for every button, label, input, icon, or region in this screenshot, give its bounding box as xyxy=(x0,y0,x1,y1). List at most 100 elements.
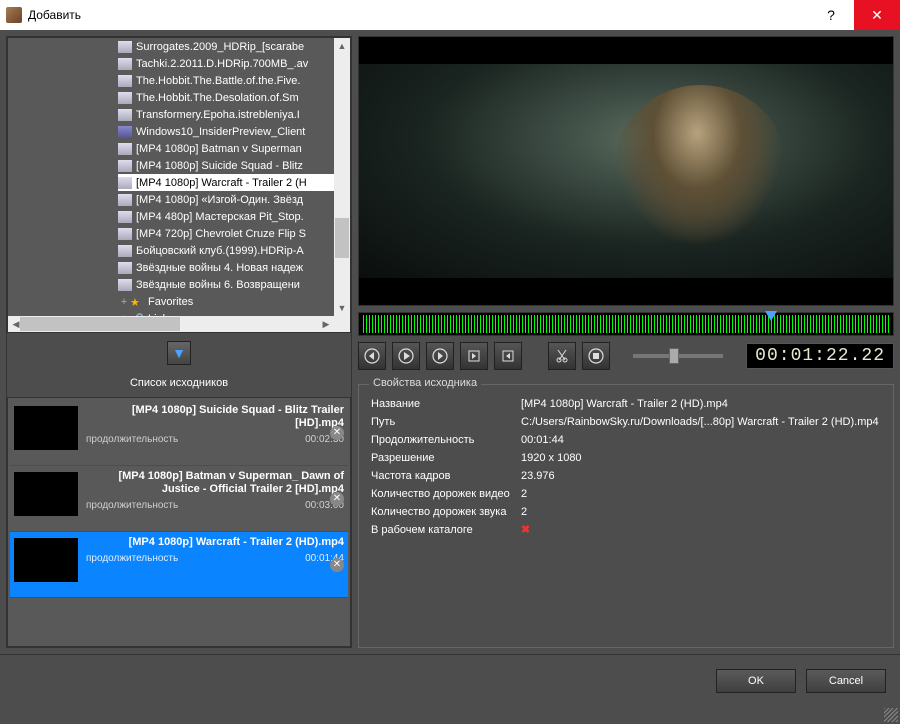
file-icon xyxy=(118,92,132,104)
tree-item[interactable]: [MP4 1080p] Batman v Superman xyxy=(118,140,334,157)
scroll-up-icon[interactable]: ▲ xyxy=(334,38,350,54)
help-button[interactable]: ? xyxy=(808,0,854,30)
mark-out-button[interactable] xyxy=(494,342,522,370)
tree-item-label: [MP4 720p] Chevrolet Cruze Flip S xyxy=(136,228,306,240)
file-icon xyxy=(118,228,132,240)
cut-button[interactable] xyxy=(548,342,576,370)
tree-item[interactable]: Звёздные войны 6. Возвращени xyxy=(118,276,334,293)
tree-item-label: Windows10_InsiderPreview_Client xyxy=(136,126,305,138)
tree-item-label: Звёздные войны 6. Возвращени xyxy=(136,279,300,291)
playhead-icon[interactable] xyxy=(765,311,777,337)
props-legend: Свойства исходника xyxy=(369,377,481,389)
expand-icon[interactable]: + xyxy=(118,296,130,308)
add-to-sources-button[interactable]: ▼ xyxy=(167,341,191,365)
tree-item-label: [MP4 480p] Мастерская Pit_Stop. xyxy=(136,211,304,223)
iso-icon xyxy=(118,126,132,138)
remove-source-button[interactable]: ✕ xyxy=(330,492,344,506)
tree-item[interactable]: Windows10_InsiderPreview_Client xyxy=(118,123,334,140)
preview-frame xyxy=(359,64,893,278)
cancel-button[interactable]: Cancel xyxy=(806,669,886,693)
tree-item[interactable]: Surrogates.2009_HDRip_[scarabe xyxy=(118,38,334,55)
tree-item[interactable]: [MP4 1080p] Suicide Squad - Blitz xyxy=(118,157,334,174)
property-value: 2 xyxy=(521,503,881,521)
property-row: Продолжительность00:01:44 xyxy=(371,431,881,449)
source-thumbnail xyxy=(14,406,78,450)
tree-item[interactable]: Transformery.Epoha.istrebleniya.I xyxy=(118,106,334,123)
property-key: Количество дорожек видео xyxy=(371,485,521,503)
source-item[interactable]: [MP4 1080p] Suicide Squad - Blitz Traile… xyxy=(10,400,348,466)
file-icon xyxy=(118,262,132,274)
window-title: Добавить xyxy=(28,8,808,22)
remove-source-button[interactable]: ✕ xyxy=(330,558,344,572)
source-item[interactable]: [MP4 1080p] Batman v Superman_ Dawn of J… xyxy=(10,466,348,532)
tree-item-label: [MP4 1080p] «Изгой-Один. Звёзд xyxy=(136,194,303,206)
scroll-down-icon[interactable]: ▼ xyxy=(334,300,350,316)
tree-item-label: Звёздные войны 4. Новая надеж xyxy=(136,262,303,274)
forward-button[interactable] xyxy=(426,342,454,370)
duration-label: продолжительность xyxy=(86,553,178,564)
tree-item-label: Transformery.Epoha.istrebleniya.I xyxy=(136,109,300,121)
property-key: Количество дорожек звука xyxy=(371,503,521,521)
tree-hscroll[interactable]: ◀ ▶ xyxy=(8,316,334,332)
rewind-button[interactable] xyxy=(358,342,386,370)
source-thumbnail xyxy=(14,472,78,516)
property-row: Частота кадров23.976 xyxy=(371,467,881,485)
property-row: Название[MP4 1080p] Warcraft - Trailer 2… xyxy=(371,395,881,413)
stop-button[interactable] xyxy=(582,342,610,370)
tree-item[interactable]: Tachki.2.2011.D.HDRip.700MB_.av xyxy=(118,55,334,72)
file-icon xyxy=(118,194,132,206)
slider-knob[interactable] xyxy=(669,348,679,364)
file-icon xyxy=(118,160,132,172)
tree-item-label: [MP4 1080p] Batman v Superman xyxy=(136,143,302,155)
property-value: C:/Users/RainbowSky.ru/Downloads/[...80p… xyxy=(521,413,881,431)
property-row: ПутьC:/Users/RainbowSky.ru/Downloads/[..… xyxy=(371,413,881,431)
tree-item[interactable]: The.Hobbit.The.Desolation.of.Sm xyxy=(118,89,334,106)
resize-grip[interactable] xyxy=(884,708,898,722)
property-row: Количество дорожек видео2 xyxy=(371,485,881,503)
tree-item-label: Бойцовский клуб.(1999).HDRip-A xyxy=(136,245,304,257)
property-value: 1920 x 1080 xyxy=(521,449,881,467)
source-name: [MP4 1080p] Batman v Superman_ Dawn of J… xyxy=(86,470,344,496)
tree-item[interactable]: Бойцовский клуб.(1999).HDRip-A xyxy=(118,242,334,259)
tree-item-label: The.Hobbit.The.Desolation.of.Sm xyxy=(136,92,299,104)
source-item[interactable]: [MP4 1080p] Warcraft - Trailer 2 (HD).mp… xyxy=(10,532,348,598)
tree-item-label: Tachki.2.2011.D.HDRip.700MB_.av xyxy=(136,58,308,70)
vscroll-thumb[interactable] xyxy=(335,218,349,258)
source-name: [MP4 1080p] Suicide Squad - Blitz Traile… xyxy=(86,404,344,430)
mark-in-button[interactable] xyxy=(460,342,488,370)
tree-item[interactable]: +★Favorites xyxy=(118,293,334,310)
file-tree[interactable]: Surrogates.2009_HDRip_[scarabe Tachki.2.2… xyxy=(7,37,351,333)
scroll-right-icon[interactable]: ▶ xyxy=(318,316,334,332)
property-key: В рабочем каталоге xyxy=(371,521,521,539)
tree-item[interactable]: Звёздные войны 4. Новая надеж xyxy=(118,259,334,276)
timecode-display: 00:01:22.22 xyxy=(746,343,894,369)
file-icon xyxy=(118,75,132,87)
source-list-title: Список исходников xyxy=(7,373,351,397)
property-row: В рабочем каталоге✖ xyxy=(371,521,881,539)
play-button[interactable] xyxy=(392,342,420,370)
video-preview[interactable] xyxy=(358,36,894,306)
property-key: Продолжительность xyxy=(371,431,521,449)
remove-source-button[interactable]: ✕ xyxy=(330,426,344,440)
file-icon xyxy=(118,109,132,121)
property-key: Название xyxy=(371,395,521,413)
tree-item[interactable]: [MP4 720p] Chevrolet Cruze Flip S xyxy=(118,225,334,242)
file-icon xyxy=(118,58,132,70)
file-icon xyxy=(118,143,132,155)
tree-vscroll[interactable]: ▲ ▼ xyxy=(334,38,350,316)
scroll-corner xyxy=(334,316,350,332)
titlebar: Добавить ? ✕ xyxy=(0,0,900,30)
close-button[interactable]: ✕ xyxy=(854,0,900,30)
source-thumbnail xyxy=(14,538,78,582)
source-list: [MP4 1080p] Suicide Squad - Blitz Traile… xyxy=(7,397,351,647)
timeline[interactable] xyxy=(358,312,894,336)
tree-item[interactable]: [MP4 1080p] «Изгой-Один. Звёзд xyxy=(118,191,334,208)
tree-item[interactable]: The.Hobbit.The.Battle.of.the.Five. xyxy=(118,72,334,89)
tree-item[interactable]: [MP4 480p] Мастерская Pit_Stop. xyxy=(118,208,334,225)
tree-item[interactable]: [MP4 1080p] Warcraft - Trailer 2 (H xyxy=(118,174,334,191)
duration-label: продолжительность xyxy=(86,500,178,511)
hscroll-thumb[interactable] xyxy=(20,317,180,331)
property-value: 2 xyxy=(521,485,881,503)
ok-button[interactable]: OK xyxy=(716,669,796,693)
speed-slider[interactable] xyxy=(633,354,723,358)
